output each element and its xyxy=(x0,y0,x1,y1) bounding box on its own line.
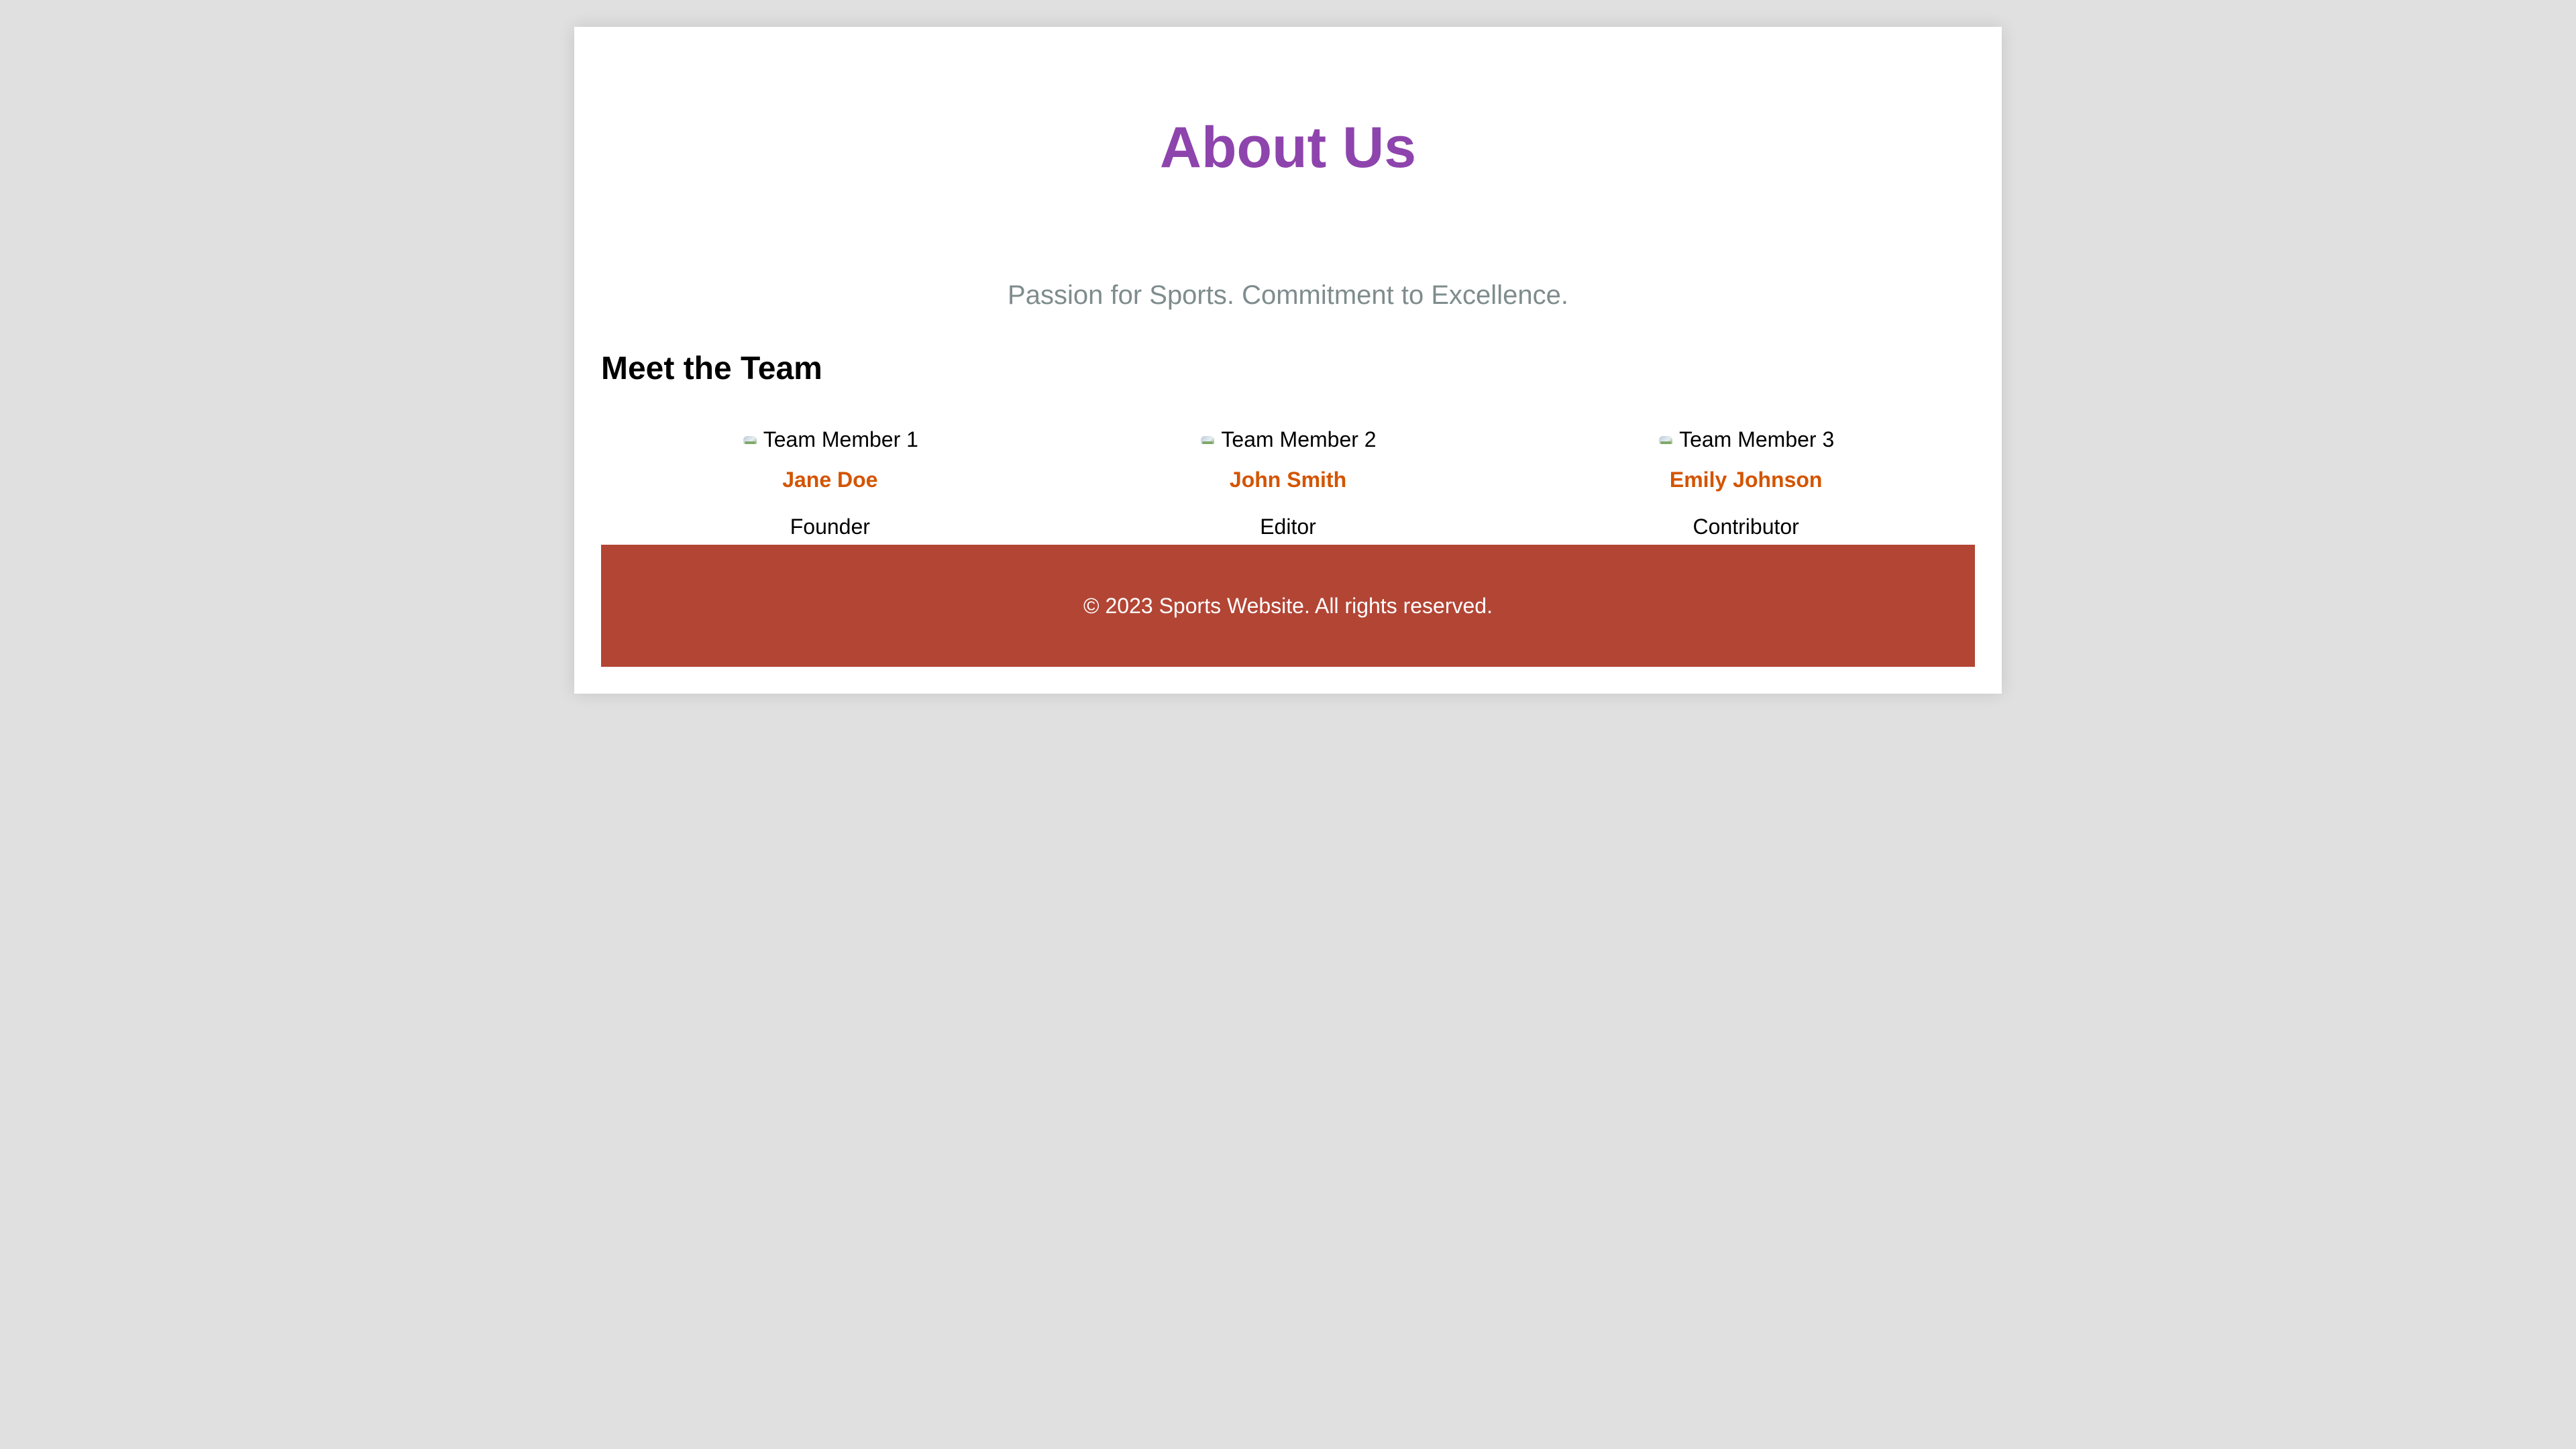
member-photo-alt: Team Member 1 xyxy=(763,427,918,451)
team-member-card: Team Member 2 John Smith Editor xyxy=(1059,423,1517,543)
member-role: Founder xyxy=(790,515,870,539)
member-photo: Team Member 1 xyxy=(742,423,918,456)
broken-image-icon xyxy=(742,432,761,447)
member-photo-alt: Team Member 2 xyxy=(1221,427,1377,451)
about-card: About Us Passion for Sports. Commitment … xyxy=(574,27,2002,694)
member-name: Jane Doe xyxy=(782,468,878,492)
team-member-card: Team Member 1 Jane Doe Founder xyxy=(601,423,1059,543)
member-name: Emily Johnson xyxy=(1669,468,1823,492)
broken-image-icon xyxy=(1199,432,1218,447)
broken-image-icon xyxy=(1658,432,1676,447)
page-title: About Us xyxy=(1159,115,1417,180)
copyright-text: © 2023 Sports Website. All rights reserv… xyxy=(1083,594,1493,618)
tagline: Passion for Sports. Commitment to Excell… xyxy=(1008,280,1568,310)
team-member-card: Team Member 3 Emily Johnson Contributor xyxy=(1517,423,1975,543)
member-role: Editor xyxy=(1260,515,1316,539)
member-photo: Team Member 3 xyxy=(1658,423,1834,456)
team-section-heading: Meet the Team xyxy=(601,351,822,386)
member-photo: Team Member 2 xyxy=(1199,423,1377,456)
member-role: Contributor xyxy=(1693,515,1799,539)
site-footer: © 2023 Sports Website. All rights reserv… xyxy=(601,545,1975,667)
member-photo-alt: Team Member 3 xyxy=(1679,427,1835,451)
team-grid: Team Member 1 Jane Doe Founder Team Memb… xyxy=(601,423,1975,543)
member-name: John Smith xyxy=(1229,468,1347,492)
